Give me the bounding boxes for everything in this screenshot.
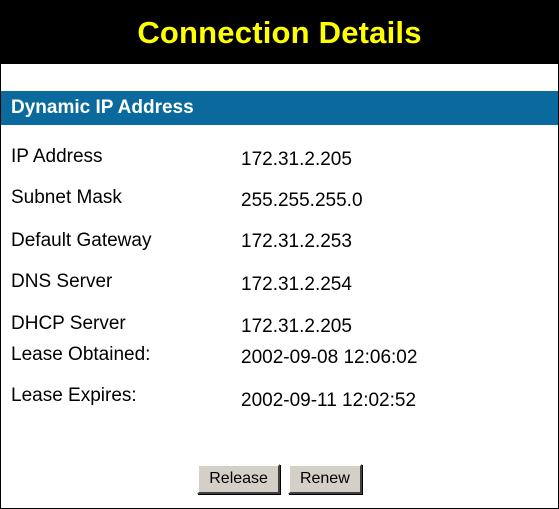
detail-row-dhcp-server: DHCP Server 172.31.2.205 [1,313,558,343]
detail-row-dns-server: DNS Server 172.31.2.254 [1,271,558,301]
lease-obtained-value: 2002-09-08 12:06:02 [241,347,418,368]
dhcp-server-value: 172.31.2.205 [241,316,352,337]
dns-server-value: 172.31.2.254 [241,274,352,295]
lease-expires-value: 2002-09-11 12:02:52 [241,390,417,411]
subnet-mask-label: Subnet Mask [11,187,122,208]
detail-row-lease-obtained: Lease Obtained: 2002-09-08 12:06:02 [1,344,558,374]
connection-details-panel: Connection Details Dynamic IP Address IP… [0,0,559,509]
ip-address-value: 172.31.2.205 [241,149,352,170]
detail-row-lease-expires: Lease Expires: 2002-09-11 12:02:52 [1,385,558,415]
title-bar: Connection Details [1,1,558,64]
ip-address-label: IP Address [11,146,103,167]
renew-button[interactable]: Renew [287,464,362,494]
lease-expires-label: Lease Expires: [11,385,137,406]
section-title: Dynamic IP Address [11,97,194,118]
detail-row-subnet-mask: Subnet Mask 255.255.255.0 [1,187,558,217]
default-gateway-label: Default Gateway [11,230,152,251]
dhcp-server-label: DHCP Server [11,313,126,334]
page-title: Connection Details [137,14,422,50]
section-header: Dynamic IP Address [1,91,558,125]
default-gateway-value: 172.31.2.253 [241,231,352,252]
release-button[interactable]: Release [197,464,280,494]
detail-row-ip-address: IP Address 172.31.2.205 [1,146,558,176]
lease-obtained-label: Lease Obtained: [11,344,151,365]
detail-row-default-gateway: Default Gateway 172.31.2.253 [1,230,558,260]
dns-server-label: DNS Server [11,271,113,292]
subnet-mask-value: 255.255.255.0 [241,190,363,211]
action-buttons: Release Renew [1,464,558,496]
